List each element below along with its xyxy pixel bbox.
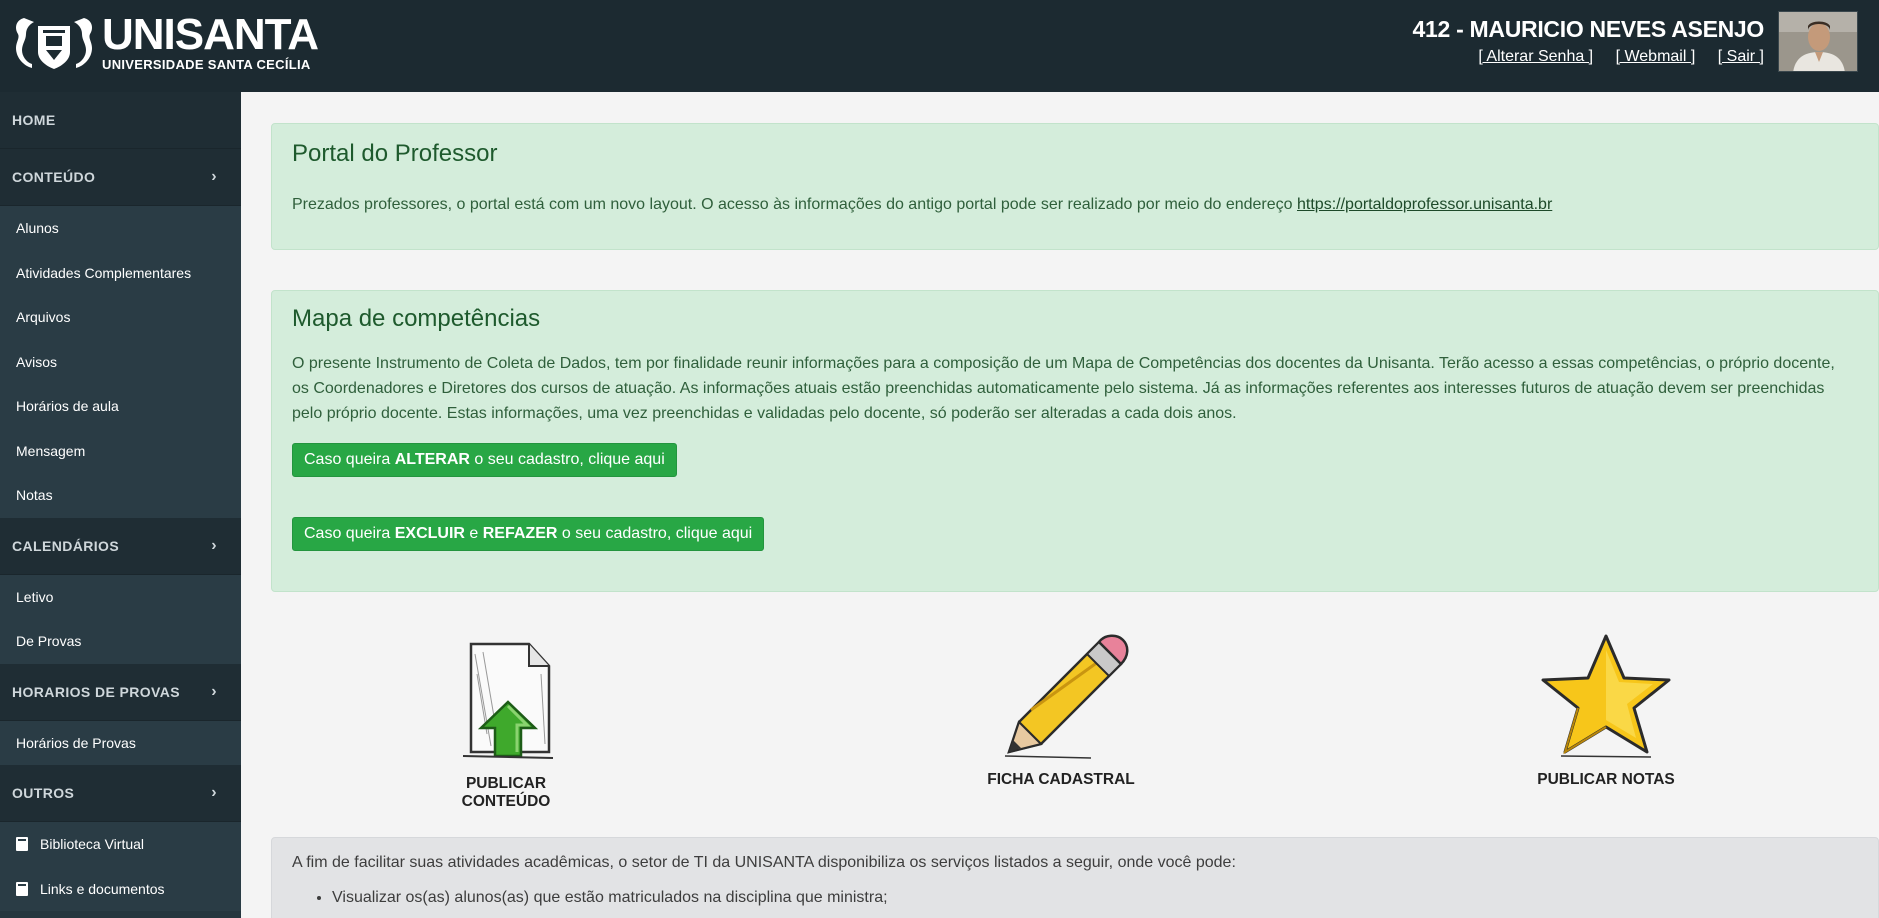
book-icon [16,881,28,896]
user-photo-icon [1779,12,1857,71]
sair-link[interactable]: [ Sair ] [1718,48,1764,65]
mapa-title: Mapa de competências [292,305,541,332]
sidebar-section-calendarios[interactable]: CALENDÁRIOS › [0,517,241,575]
alterar-senha-link[interactable]: [ Alterar Senha ] [1478,48,1593,65]
mapa-text: O presente Instrumento de Coleta de Dado… [292,355,1835,422]
user-info: 412 - MAURICIO NEVES ASENJO [ Alterar Se… [1412,14,1765,66]
pencil-icon [1004,634,1129,759]
sidebar-item-label: Biblioteca Virtual [40,836,145,853]
sidebar-item-mensagem[interactable]: Mensagem [0,428,241,473]
sidebar-item-label: De Provas [16,633,82,650]
info-text: A fim de facilitar suas atividades acadê… [292,854,1236,871]
button-text: o seu cadastro, clique aqui [557,525,753,542]
tile-label: PUBLICAR CONTEÚDO [461,775,551,810]
portal-message: Prezados professores, o portal está com … [292,196,1293,213]
sidebar-home[interactable]: HOME [0,92,241,149]
sidebar-item-links-e-documentos[interactable]: Links e documentos [0,866,241,911]
button-text: o seu cadastro, clique aqui [469,451,665,468]
section-label: OUTROS [12,785,75,801]
sidebar-item-label: Arquivos [16,309,71,326]
info-panel: A fim de facilitar suas atividades acadê… [271,837,1879,918]
sidebar-section-horarios-de-provas[interactable]: HORARIOS DE PROVAS › [0,663,241,721]
button-text: Caso queira [304,451,395,468]
book-icon [16,837,28,852]
sidebar-item-alunos[interactable]: Alunos [0,206,241,251]
publicar-conteudo-tile[interactable]: PUBLICAR CONTEÚDO [441,634,571,811]
section-label: CALENDÁRIOS [12,537,120,554]
upload-file-icon [462,642,554,759]
user-links: [ Alterar Senha ] [ Webmail ] [ Sair ] [1413,48,1764,66]
top-header: UNISANTA UNIVERSIDADE SANTA CECÍLIA 412 … [0,0,1879,92]
sidebar-item-label: Alunos [16,220,59,237]
ficha-cadastral-tile[interactable]: FICHA CADASTRAL [971,630,1151,789]
chevron-right-icon: › [211,682,217,700]
sidebar-item-label: Avisos [16,353,57,370]
alterar-cadastro-button[interactable]: Caso queira ALTERAR o seu cadastro, cliq… [292,443,677,477]
sidebar-item-label: Atividades Complementares [16,264,192,281]
logo-title: UNISANTA [102,9,319,59]
user-name: 412 - MAURICIO NEVES ASENJO [1412,16,1765,42]
tile-label: FICHA CADASTRAL [987,771,1135,788]
button-text: e [464,525,483,542]
old-portal-link[interactable]: https://portaldoprofessor.unisanta.br [1297,196,1552,213]
section-label: CONTEÚDO [12,169,96,185]
seahorse-emblem-icon [16,18,92,69]
webmail-link[interactable]: [ Webmail ] [1616,48,1696,65]
tile-label: PUBLICAR NOTAS [1537,771,1675,788]
logo-subtitle: UNIVERSIDADE SANTA CECÍLIA [102,56,311,72]
chevron-right-icon: › [211,168,217,185]
sidebar-item-horarios-de-aula[interactable]: Horários de aula [0,384,241,429]
sidebar-item-avisos[interactable]: Avisos [0,339,241,384]
button-bold: ALTERAR [394,451,470,468]
sidebar-section-conteudo[interactable]: CONTEÚDO › [0,149,241,206]
sidebar-section-outros[interactable]: OUTROS › [0,765,241,822]
sidebar-home-label: HOME [12,112,56,128]
sidebar-item-label: Letivo [16,588,54,605]
sidebar-item-label: Notas [16,487,53,504]
services-list: Visualizar os(as) alunos(as) que estão m… [292,886,1858,910]
portal-panel: Portal do Professor Prezados professores… [271,123,1879,250]
sidebar-item-biblioteca-virtual[interactable]: Biblioteca Virtual [0,822,241,867]
button-bold: REFAZER [482,525,558,542]
chevron-right-icon: › [211,784,217,801]
star-icon [1541,634,1671,758]
excluir-refazer-cadastro-button[interactable]: Caso queira EXCLUIR e REFAZER o seu cada… [292,517,765,551]
publicar-notas-tile[interactable]: PUBLICAR NOTAS [1521,630,1691,789]
sidebar: HOME CONTEÚDO › Alunos Atividades Comple… [0,92,241,918]
unisanta-logo[interactable]: UNISANTA UNIVERSIDADE SANTA CECÍLIA [10,9,319,72]
mapa-panel: Mapa de competências O presente Instrume… [271,290,1879,592]
button-text: Caso queira [304,525,395,542]
avatar [1778,11,1858,72]
sidebar-item-label: Links e documentos [40,880,165,897]
section-label: HORARIOS DE PROVAS [12,683,180,700]
sidebar-item-label: Mensagem [16,442,86,459]
sidebar-item-label: Horários de Provas [16,734,136,751]
sidebar-item-notas[interactable]: Notas [0,473,241,518]
sidebar-item-atividades-complementares[interactable]: Atividades Complementares [0,250,241,295]
chevron-right-icon: › [211,536,217,554]
button-bold: EXCLUIR [394,525,465,542]
sidebar-item-de-provas[interactable]: De Provas [0,619,241,664]
sidebar-item-horarios-de-provas[interactable]: Horários de Provas [0,720,241,765]
portal-title: Portal do Professor [292,140,498,167]
portal-text: Prezados professores, o portal está com … [292,192,1858,217]
sidebar-item-letivo[interactable]: Letivo [0,574,241,619]
sidebar-item-label: Horários de aula [16,398,119,415]
sidebar-item-arquivos[interactable]: Arquivos [0,295,241,340]
list-item: Visualizar os(as) alunos(as) que estão m… [332,886,1858,910]
main-content: Portal do Professor Prezados professores… [241,92,1879,918]
